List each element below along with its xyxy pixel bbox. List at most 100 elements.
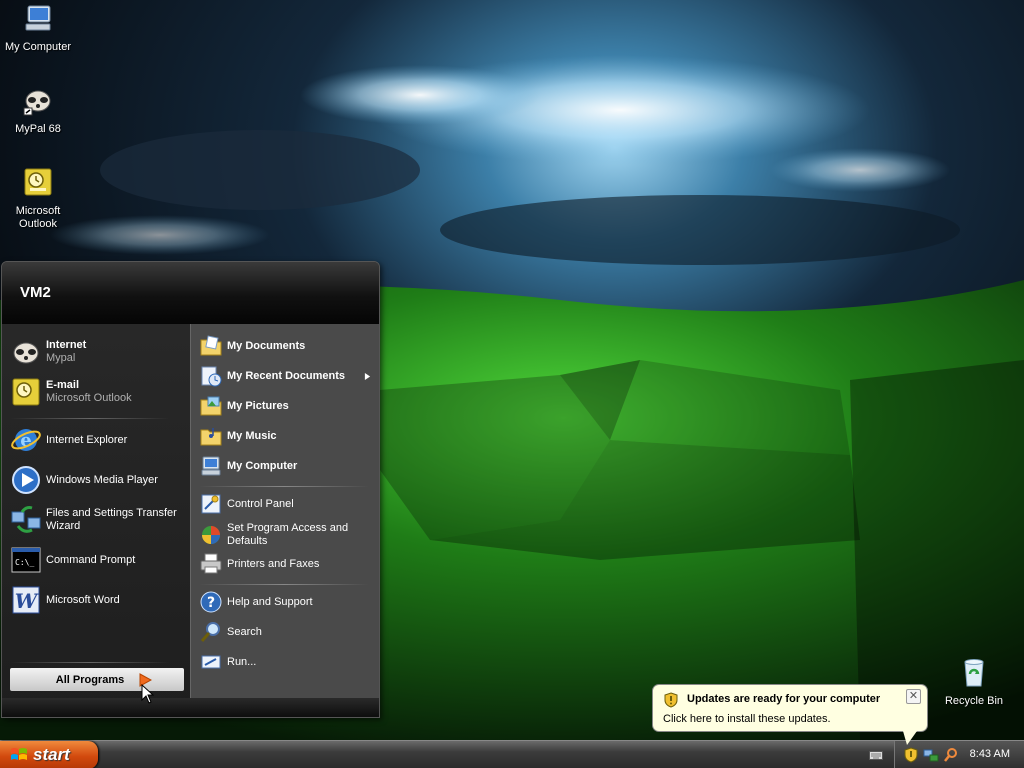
folder-music-icon: [200, 428, 222, 446]
svg-text:W: W: [15, 589, 40, 613]
recycle-bin-icon: [964, 659, 984, 687]
place-item-label: My Computer: [227, 459, 298, 472]
pinned-item-title: E-mail: [46, 379, 80, 391]
start-menu-header: VM2: [2, 262, 379, 324]
clock[interactable]: 8:43 AM: [970, 748, 1010, 760]
pinned-item-internet[interactable]: Internet Mypal: [10, 336, 86, 368]
place-item-label: Printers and Faxes: [227, 557, 320, 570]
user-name: VM2: [20, 284, 51, 301]
separator: [199, 584, 369, 585]
desktop-icon-mypal[interactable]: MyPal 68: [0, 84, 76, 136]
pinned-item-subtitle: Microsoft Outlook: [46, 392, 132, 404]
raccoon-icon: [13, 342, 39, 364]
start-menu-footer: [2, 698, 379, 717]
pinned-item-subtitle: Mypal: [46, 352, 76, 364]
word-icon: W: [12, 586, 40, 614]
program-item-label: Command Prompt: [46, 553, 136, 566]
keyboard-icon[interactable]: [869, 749, 883, 761]
place-item-my-recent-documents[interactable]: My Recent Documents: [199, 364, 377, 388]
start-menu-places-pane: My Documents My Recent Documents My Pict…: [190, 324, 379, 717]
pinned-item-email[interactable]: E-mail Microsoft Outlook: [10, 376, 132, 408]
place-item-label: Search: [227, 625, 262, 638]
windows-flag-icon: [11, 748, 27, 760]
recent-documents-icon: [201, 366, 222, 387]
place-item-control-panel[interactable]: Control Panel: [199, 492, 294, 516]
place-item-label: Help and Support: [227, 595, 313, 608]
desktop-icon-label: My Computer: [4, 41, 72, 53]
balloon-title: Updates are ready for your computer: [687, 693, 881, 705]
place-item-label: Control Panel: [227, 497, 294, 510]
start-menu-programs-pane: Internet Mypal E-mail Microsoft Outlook …: [2, 324, 190, 717]
balloon-close-button[interactable]: ✕: [906, 689, 921, 704]
balloon-message[interactable]: Click here to install these updates.: [663, 713, 831, 725]
start-label: start: [33, 745, 70, 764]
pinned-item-title: Internet: [46, 339, 87, 351]
desktop-icon-outlook[interactable]: Microsoft Outlook: [0, 166, 76, 231]
program-item-windows-media-player[interactable]: Windows Media Player: [10, 464, 158, 496]
place-item-help-support[interactable]: ? Help and Support: [199, 590, 313, 614]
mouse-cursor-icon: [141, 684, 155, 704]
svg-text:C:\_: C:\_: [15, 558, 34, 567]
place-item-set-program-access[interactable]: Set Program Access and Defaults: [199, 522, 367, 548]
program-item-microsoft-word[interactable]: W Microsoft Word: [10, 584, 120, 616]
place-item-label: My Pictures: [227, 399, 289, 412]
help-icon: ?: [200, 591, 222, 613]
desktop-icon-label: Recycle Bin: [944, 695, 1004, 707]
place-item-label: My Music: [227, 429, 277, 442]
submenu-arrow-icon: [364, 372, 371, 380]
printer-icon: [200, 553, 222, 574]
program-item-internet-explorer[interactable]: e Internet Explorer: [10, 424, 127, 456]
place-item-label: Run...: [227, 655, 257, 668]
windows-update-shield-icon[interactable]: [903, 747, 919, 763]
transfer-wizard-icon: [11, 506, 41, 533]
taskbar: start 8:43 AM: [0, 740, 1024, 768]
computer-icon: [25, 5, 51, 31]
media-player-icon: [12, 466, 40, 494]
desktop-icon-label: Microsoft Outlook: [15, 205, 61, 230]
place-item-my-music[interactable]: My Music: [199, 424, 277, 448]
place-item-printers-faxes[interactable]: Printers and Faxes: [199, 552, 319, 576]
start-menu: VM2 Internet Mypal E-mail Microsoft Outl…: [1, 261, 380, 718]
computer-icon: [201, 456, 221, 476]
start-button[interactable]: start: [0, 741, 98, 768]
program-item-label: Internet Explorer: [46, 433, 128, 446]
desktop-icon-label: MyPal 68: [15, 123, 61, 135]
balloon-tail: [903, 731, 917, 745]
raccoon-icon: [23, 90, 51, 116]
program-item-label: Windows Media Player: [46, 473, 158, 486]
folder-documents-icon: [200, 335, 222, 356]
program-item-files-settings-transfer[interactable]: Files and Settings Transfer Wizard: [10, 504, 182, 536]
shield-warning-icon: [664, 692, 678, 708]
all-programs-label: All Programs: [55, 673, 125, 686]
search-icon: [200, 622, 220, 642]
place-item-label: My Recent Documents: [227, 369, 345, 382]
separator: [10, 662, 170, 663]
place-item-label: Set Program Access and Defaults: [227, 522, 349, 547]
svg-text:?: ?: [207, 595, 215, 611]
program-item-label: Microsoft Word: [46, 593, 120, 606]
search-icon[interactable]: [943, 747, 959, 763]
control-panel-icon: [201, 494, 221, 514]
place-item-search[interactable]: Search: [199, 620, 262, 644]
place-item-label: My Documents: [227, 339, 306, 352]
program-item-command-prompt[interactable]: C:\_ Command Prompt: [10, 544, 135, 576]
outlook-icon: [12, 378, 40, 406]
place-item-run[interactable]: Run...: [199, 650, 256, 674]
place-item-my-documents[interactable]: My Documents: [199, 334, 305, 358]
place-item-my-pictures[interactable]: My Pictures: [199, 394, 289, 418]
command-prompt-icon: C:\_: [11, 547, 41, 573]
program-access-icon: [202, 526, 220, 544]
place-item-my-computer[interactable]: My Computer: [199, 454, 297, 478]
separator: [10, 418, 170, 419]
desktop-icon-recycle-bin[interactable]: Recycle Bin: [936, 656, 1012, 708]
update-notification-balloon[interactable]: Updates are ready for your computer Clic…: [652, 684, 928, 745]
desktop-icon-my-computer[interactable]: My Computer: [0, 2, 76, 54]
folder-pictures-icon: [200, 396, 222, 416]
all-programs-button[interactable]: All Programs: [10, 668, 184, 691]
separator: [199, 486, 369, 487]
outlook-icon: [24, 168, 52, 196]
internet-explorer-icon: e: [11, 429, 41, 451]
program-item-label: Files and Settings Transfer Wizard: [46, 507, 177, 532]
run-icon: [201, 655, 221, 669]
network-icon[interactable]: [923, 747, 939, 763]
